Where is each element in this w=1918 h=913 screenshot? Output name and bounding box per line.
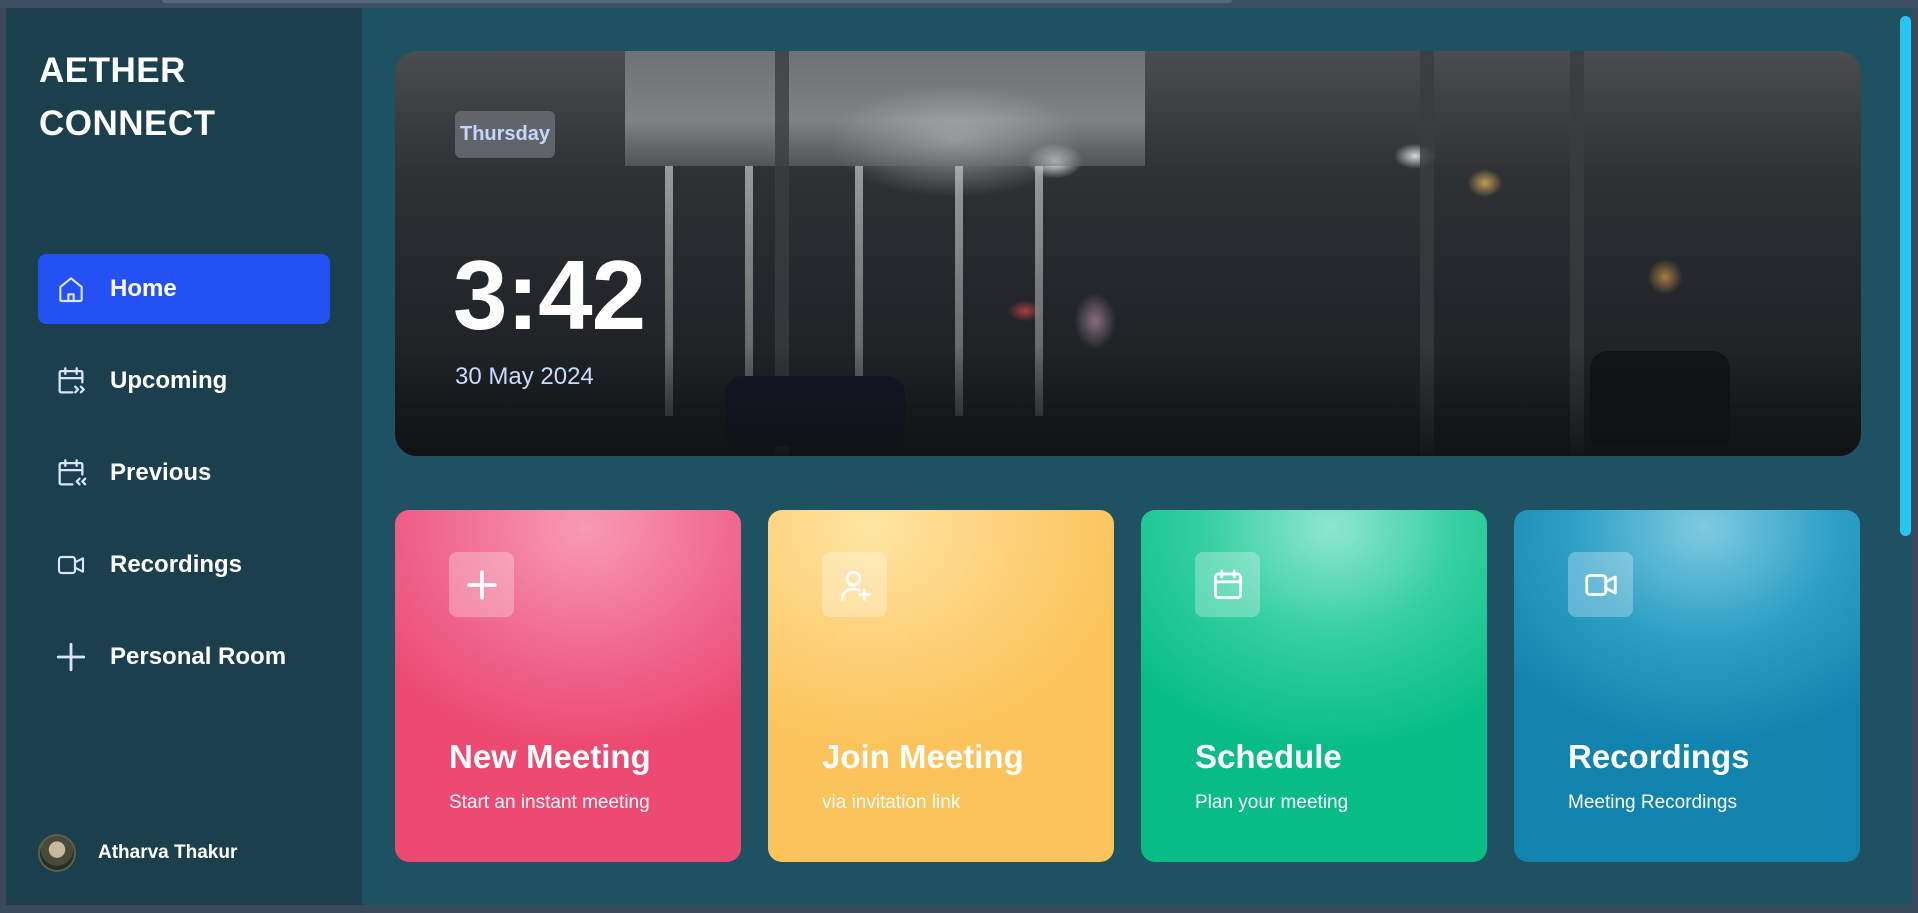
user-add-icon	[822, 552, 887, 617]
sidebar-item-recordings[interactable]: Recordings	[38, 530, 330, 600]
card-subtitle: Plan your meeting	[1195, 792, 1349, 813]
brand-line-2: CONNECT	[39, 104, 216, 143]
card-subtitle: via invitation link	[822, 792, 961, 813]
video-icon	[54, 548, 88, 582]
calendar-forward-icon	[54, 364, 88, 398]
sidebar-item-label: Previous	[110, 459, 212, 486]
sidebar-item-label: Recordings	[110, 551, 243, 578]
sidebar-item-personal-room[interactable]: Personal Room	[38, 622, 330, 692]
plus-icon	[449, 552, 514, 617]
app-window: AETHER CONNECT Home Upcoming Previous Re…	[6, 8, 1912, 905]
sidebar-nav: Home Upcoming Previous Recordings Person…	[38, 254, 330, 714]
recordings-card[interactable]: Recordings Meeting Recordings	[1514, 510, 1860, 862]
join-meeting-card[interactable]: Join Meeting via invitation link	[768, 510, 1114, 862]
action-cards: New Meeting Start an instant meeting Joi…	[395, 510, 1860, 862]
scrollbar-thumb[interactable]	[1900, 16, 1911, 536]
calendar-icon	[1195, 552, 1260, 617]
hero-banner: Thursday 3:42 30 May 2024	[395, 51, 1861, 456]
sidebar-item-upcoming[interactable]: Upcoming	[38, 346, 330, 416]
window-top-strip	[0, 0, 1918, 8]
brand-logo[interactable]: AETHER CONNECT	[39, 44, 279, 150]
sidebar-item-previous[interactable]: Previous	[38, 438, 330, 508]
card-title: Join Meeting	[822, 738, 1024, 775]
card-title: Schedule	[1195, 738, 1342, 775]
sidebar: AETHER CONNECT Home Upcoming Previous Re…	[6, 8, 362, 905]
scrollbar[interactable]	[1898, 8, 1912, 905]
current-time: 3:42	[453, 240, 646, 350]
card-subtitle: Meeting Recordings	[1568, 792, 1737, 813]
schedule-card[interactable]: Schedule Plan your meeting	[1141, 510, 1487, 862]
home-icon	[54, 272, 88, 306]
card-title: Recordings	[1568, 738, 1750, 775]
avatar[interactable]	[38, 834, 76, 872]
plus-icon	[54, 640, 88, 674]
sidebar-item-label: Upcoming	[110, 367, 228, 394]
brand-line-1: AETHER	[39, 51, 186, 90]
calendar-back-icon	[54, 456, 88, 490]
hero-background-street	[395, 346, 1861, 456]
main-content: Thursday 3:42 30 May 2024 New Meeting St…	[362, 8, 1912, 905]
hero-background-building	[625, 51, 1145, 166]
window-tab-strip	[162, 0, 1232, 3]
sidebar-item-label: Personal Room	[110, 643, 287, 670]
user-profile[interactable]: Atharva Thakur	[38, 834, 237, 872]
sidebar-item-label: Home	[110, 275, 177, 302]
card-title: New Meeting	[449, 738, 651, 775]
card-subtitle: Start an instant meeting	[449, 792, 650, 813]
new-meeting-card[interactable]: New Meeting Start an instant meeting	[395, 510, 741, 862]
current-date: 30 May 2024	[455, 363, 594, 390]
day-badge: Thursday	[455, 111, 556, 158]
user-name: Atharva Thakur	[98, 842, 238, 863]
video-icon	[1568, 552, 1633, 617]
sidebar-item-home[interactable]: Home	[38, 254, 330, 324]
